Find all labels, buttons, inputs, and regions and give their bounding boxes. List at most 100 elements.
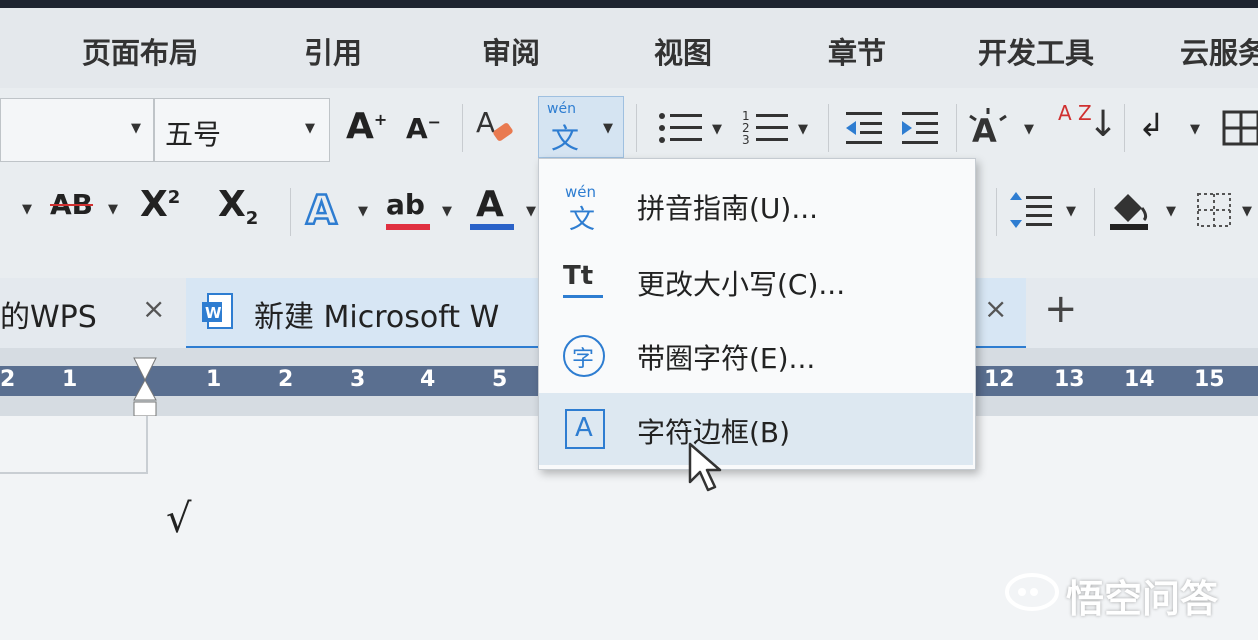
subscript-button[interactable]: X2 [218,184,258,229]
ruler-number: 4 [420,367,436,392]
menu-item-enclosed-char[interactable]: 字 带圈字符(E)... [539,319,973,391]
enclosed-char-icon: 字 [563,335,605,377]
menu-item-label: 拼音指南(U)... [637,192,819,225]
pinyin-icon: 文 [551,122,580,155]
numbered-list-button[interactable]: 1 2 3 ▼ [742,106,814,150]
divider [996,188,997,236]
bullet-list-button[interactable]: ▼ [656,106,728,150]
menu-item-change-case[interactable]: Tt 更改大小写(C)... [539,245,973,317]
outline-a-icon: A [305,187,339,236]
decrease-font-icon: A [406,112,428,145]
ruler-number: 1 [206,367,222,392]
tab-label: 的WPS [0,300,97,335]
divider [636,104,637,152]
pinyin-guide-icon: wén 文 [561,183,605,235]
menu-item-pinyin-guide[interactable]: wén 文 拼音指南(U)... [539,169,973,241]
strikethrough-button[interactable]: AB [50,188,93,221]
arrow-down-icon: ↓ [1088,104,1119,145]
text-effect-button[interactable]: A ▼ [966,106,1040,150]
menu-tab-developer[interactable]: 开发工具 [978,30,1094,72]
enclosed-char-icon-text: 字 [572,347,595,372]
sort-button[interactable]: A Z ↓ [1058,102,1118,156]
chevron-down-icon[interactable]: ▼ [305,121,315,136]
ruler-number: 2 [278,367,294,392]
font-size-value: 五号 [165,118,222,151]
increase-indent-icon [902,112,938,144]
indent-marker-icon[interactable] [132,356,158,420]
border-button[interactable]: ▼ [1196,190,1258,234]
paint-bucket-icon [1110,194,1148,230]
divider [1094,188,1095,236]
divider [290,188,291,236]
superscript-button[interactable]: X2 [140,184,180,225]
pinyin-dropdown-menu: wén 文 拼音指南(U)... Tt 更改大小写(C)... 字 带圈字符(E… [538,158,976,470]
pinyin-guide-icon-bottom: 文 [569,205,596,235]
line-spacing-icon [1010,192,1052,228]
menu-tab-references[interactable]: 引用 [304,30,362,72]
menu-bar: 页面布局 引用 审阅 视图 章节 开发工具 云服务 [0,0,1258,88]
margin-corner-mark [0,416,148,474]
highlight-button[interactable]: ab ▼ [386,184,458,234]
chevron-down-icon[interactable]: ▼ [108,202,118,217]
chevron-down-icon[interactable]: ▼ [131,121,141,136]
menu-item-char-border[interactable]: A 字符边框(B) [539,393,973,465]
document-tab-wps[interactable]: 的WPS × [0,278,184,346]
eraser-icon: A [476,106,513,141]
new-tab-button[interactable]: + [1044,286,1078,332]
chevron-down-icon[interactable]: ▼ [358,204,368,219]
ruler-number: 12 [984,367,1015,392]
line-break-button[interactable]: ↲ ▼ [1138,106,1210,150]
line-spacing-button[interactable]: ▼ [1010,188,1082,232]
pinyin-icon-top: wén [547,101,576,117]
divider [828,104,829,152]
chevron-down-icon[interactable]: ▼ [798,122,808,137]
chevron-down-icon[interactable]: ▼ [1166,204,1176,219]
shading-button[interactable]: ▼ [1106,186,1180,234]
numbered-list-icon: 1 2 3 [742,109,788,147]
chevron-down-icon[interactable]: ▼ [1066,204,1076,219]
decrease-font-button[interactable]: A− [406,112,441,145]
font-color-button[interactable]: A ▼ [470,184,542,234]
highlight-color-bar [386,224,430,230]
close-icon[interactable]: × [142,292,165,325]
change-case-icon: Tt [561,259,605,303]
font-name-combo[interactable]: ▼ [0,98,154,162]
divider [1124,104,1125,152]
chevron-down-icon[interactable]: ▼ [22,202,32,217]
menu-tab-chapter[interactable]: 章节 [828,30,886,72]
close-icon[interactable]: × [984,292,1007,325]
text-outline-button[interactable]: A ▼ [302,184,374,236]
checkmark-text: √ [166,496,192,542]
window-top-edge [0,0,1258,8]
svg-text:A: A [972,112,997,150]
word-doc-icon: W [202,293,233,329]
chevron-down-icon[interactable]: ▼ [1242,204,1252,219]
menu-item-label: 带圈字符(E)... [637,342,816,375]
subscript-mark: 2 [245,208,259,230]
chevron-down-icon[interactable]: ▼ [1024,122,1034,137]
font-color-icon: A [476,184,504,225]
font-size-combo[interactable]: 五号 ▼ [154,98,330,162]
ruler-number: 3 [350,367,366,392]
table-icon [1222,110,1258,146]
decrease-indent-button[interactable] [842,106,886,150]
watermark-text: 悟空问答 [1066,577,1219,621]
menu-tab-page-layout[interactable]: 页面布局 [82,30,198,72]
increase-font-button[interactable]: A+ [346,106,387,147]
increase-indent-button[interactable] [898,106,942,150]
chevron-down-icon[interactable]: ▼ [603,121,613,136]
menu-tab-view[interactable]: 视图 [654,30,712,72]
table-button[interactable] [1222,106,1258,150]
ruler-number: 5 [492,367,508,392]
menu-tab-cloud[interactable]: 云服务 [1180,30,1258,72]
ruler-number: 1 [62,367,78,392]
clear-format-button[interactable]: A [474,102,518,150]
border-icon [1197,193,1231,227]
menu-tab-review[interactable]: 审阅 [482,30,540,72]
chevron-down-icon[interactable]: ▼ [526,204,536,219]
chevron-down-icon[interactable]: ▼ [442,204,452,219]
chevron-down-icon[interactable]: ▼ [1190,122,1200,137]
highlight-icon: ab [386,188,425,221]
chevron-down-icon[interactable]: ▼ [712,122,722,137]
pinyin-dropdown-button[interactable]: wén 文 ▼ [538,96,624,158]
